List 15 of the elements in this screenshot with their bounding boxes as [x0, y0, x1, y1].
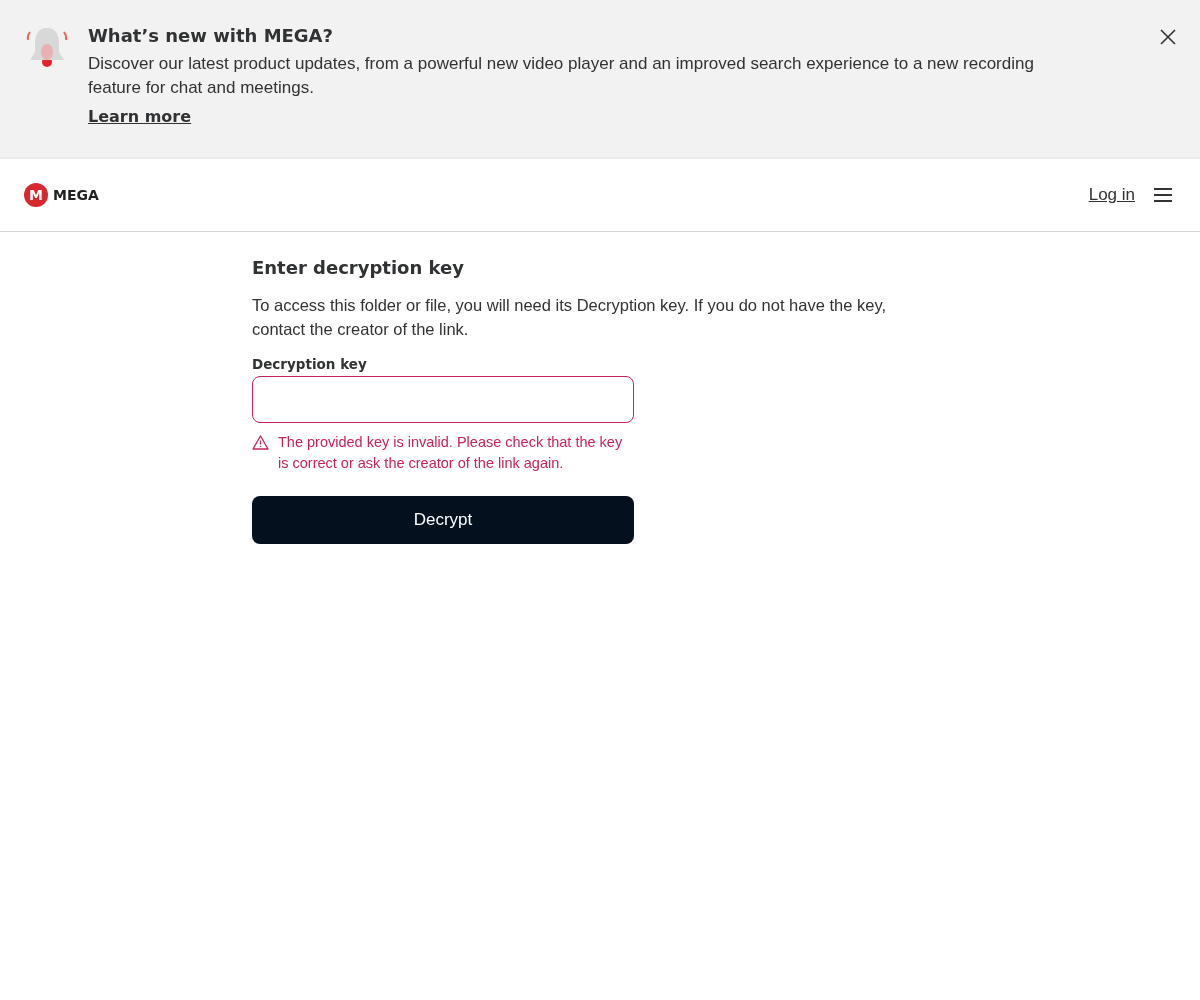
learn-more-link[interactable]: Learn more — [88, 107, 192, 126]
field-label: Decryption key — [252, 356, 367, 372]
logo-mark[interactable]: M — [24, 183, 48, 207]
warning-icon — [252, 435, 269, 450]
error-message: The provided key is invalid. Please check that the key is correct or ask the creator of the link again. — [278, 433, 624, 473]
menu-icon[interactable] — [1154, 188, 1172, 202]
decrypt-button[interactable]: Decrypt — [252, 496, 634, 544]
form-description: To access this folder or file, you will need its Decryption key. If you do not have the key, contact the creator of the link. — [252, 295, 888, 340]
banner-title: What’s new with MEGA? — [88, 25, 334, 46]
decryption-key-field[interactable] — [252, 376, 634, 423]
login-link[interactable]: Log in — [1088, 185, 1135, 205]
form-title: Enter decryption key — [252, 257, 464, 278]
close-icon[interactable] — [1160, 29, 1176, 45]
banner-text: Discover our latest product updates, from a powerful new video player and an improved search experience to a new recording feature for chat and meetings. — [88, 53, 1035, 99]
logo-wordmark[interactable]: MEGA — [53, 187, 99, 203]
